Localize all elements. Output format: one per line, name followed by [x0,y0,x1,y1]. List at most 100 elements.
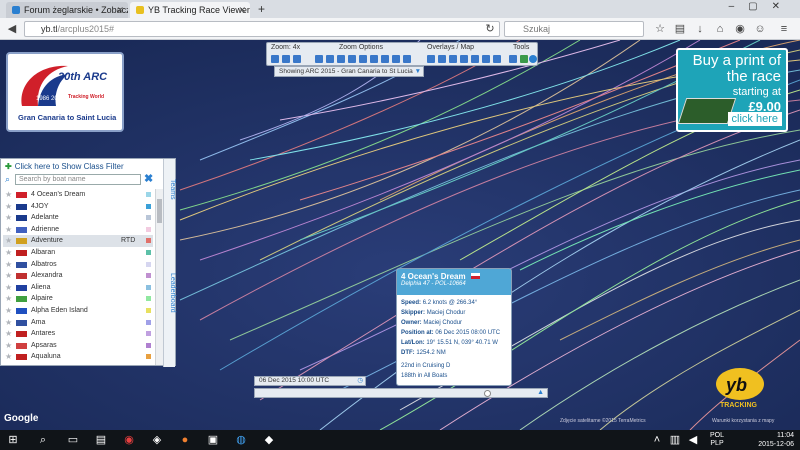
clock[interactable]: 11:04 2015-12-06 [758,431,794,449]
favorite-star-icon[interactable]: ★ [5,235,12,247]
download-icon[interactable]: ↓ [692,21,708,37]
track-color-swatch[interactable] [146,296,151,302]
zoom-fleet-icon[interactable] [337,55,345,63]
clock-icon[interactable]: ◷ [357,377,363,385]
boat-search-input[interactable]: Search by boat name [15,174,141,185]
star-icon[interactable]: ☆ [652,21,668,37]
boat-list-item[interactable]: ★ Alexandra [3,270,153,282]
overlay-labels-icon[interactable] [427,55,435,63]
task-view-icon[interactable]: ▭ [66,433,80,447]
overlay-wind-icon[interactable] [449,55,457,63]
print-ad-button[interactable]: click here [727,112,782,126]
track-color-swatch[interactable] [146,238,151,244]
overlay-tracks-icon[interactable] [438,55,446,63]
firefox-icon[interactable]: ● [178,433,192,447]
store-icon[interactable]: ◆ [262,433,276,447]
boat-list-item[interactable]: ★ 4 Ocean's Dream [3,189,153,201]
clear-search-icon[interactable]: ✖ [144,172,153,185]
tab-forum[interactable]: Forum żeglarskie • Zobacz... ✕ [6,2,128,18]
track-color-swatch[interactable] [146,319,151,325]
close-icon[interactable]: ✕ [238,2,246,18]
boat-list-item[interactable]: ★ Ama [3,317,153,329]
track-color-swatch[interactable] [146,249,151,255]
favorite-star-icon[interactable]: ★ [5,317,12,329]
zoom-start-icon[interactable] [348,55,356,63]
menu-icon[interactable]: ≡ [776,21,792,37]
boat-list-item[interactable]: ★ Adventure RTD [3,235,153,247]
boat-list-item[interactable]: ★ 4JOY [3,201,153,213]
timeline-knob[interactable] [484,390,491,397]
zoom-course-icon[interactable] [370,55,378,63]
boat-list-item[interactable]: ★ Aliena [3,282,153,294]
addon-icon[interactable]: ☺ [752,21,768,37]
track-color-swatch[interactable] [146,331,151,337]
language-indicator[interactable]: POL PLP [710,432,724,448]
chevron-up-icon[interactable]: ˄ [650,433,664,447]
zoom-selected-icon[interactable] [381,55,389,63]
globe-icon[interactable]: ◍ [234,433,248,447]
favorite-star-icon[interactable]: ★ [5,247,12,259]
favorite-star-icon[interactable]: ★ [5,224,12,236]
scrollbar-thumb[interactable] [157,199,162,223]
boat-list-item[interactable]: ★ Antares [3,328,153,340]
reload-icon[interactable]: ↻ [482,21,498,37]
favorite-star-icon[interactable]: ★ [5,270,12,282]
boat-list-item[interactable]: ★ Apsaras [3,340,153,352]
timeline-slider[interactable]: ▲ [254,388,548,398]
favorite-star-icon[interactable]: ★ [5,282,12,294]
map-terms-link[interactable]: Warunki korzystania z mapy [712,418,774,424]
track-color-swatch[interactable] [146,261,151,267]
boat-list-item[interactable]: ★ Adelante [3,212,153,224]
favorite-star-icon[interactable]: ★ [5,351,12,363]
bookmarks-icon[interactable]: ▤ [672,21,688,37]
window-controls[interactable]: –▢✕ [729,1,794,12]
favorite-star-icon[interactable]: ★ [5,305,12,317]
network-icon[interactable]: ▥ [668,433,682,447]
volume-icon[interactable]: ◀ [686,433,700,447]
track-color-swatch[interactable] [146,354,151,360]
track-color-swatch[interactable] [146,284,151,290]
zoom-area-icon[interactable] [403,55,411,63]
play-icon[interactable]: ▲ [537,389,544,396]
boat-list-item[interactable]: ★ Albatros [3,259,153,271]
zoom-fit-icon[interactable] [293,55,301,63]
folder-icon[interactable]: ▣ [206,433,220,447]
zoom-track-icon[interactable] [392,55,400,63]
boat-list-item[interactable]: ★ Albaran [3,247,153,259]
zoom-box-icon[interactable] [315,55,323,63]
boat-list-scrollbar[interactable] [155,189,163,365]
boat-list-item[interactable]: ★ Adrienne [3,224,153,236]
boat-list-item[interactable]: ★ Alpha Eden Island [3,305,153,317]
new-tab-button[interactable]: + [258,2,265,16]
map-type-icon[interactable] [482,55,490,63]
track-color-swatch[interactable] [146,307,151,313]
tab-leaderboard[interactable]: Leaderboard [164,273,176,313]
zoom-finish-icon[interactable] [359,55,367,63]
track-color-swatch[interactable] [146,192,151,197]
url-bar[interactable]: yb.tl/arcplus2015# [24,21,500,37]
overlay-course-icon[interactable] [471,55,479,63]
race-selector[interactable]: Showing ARC 2015 - Gran Canaria to St Lu… [274,66,424,77]
favorite-star-icon[interactable]: ★ [5,293,12,305]
file-explorer-icon[interactable]: ▤ [94,433,108,447]
help-icon[interactable] [529,55,537,63]
class-filter-toggle[interactable]: ✚ Click here to Show Class Filter [5,162,124,171]
tool-measure-icon[interactable] [509,55,517,63]
windows-start-icon[interactable]: ⊞ [6,433,20,447]
track-color-swatch[interactable] [146,273,151,279]
zoom-out-icon[interactable] [282,55,290,63]
track-color-swatch[interactable] [146,342,151,348]
favorite-star-icon[interactable]: ★ [5,189,12,201]
favorite-star-icon[interactable]: ★ [5,340,12,352]
print-ad-banner[interactable]: Buy a print of the race starting at £9.0… [676,48,788,132]
pocket-icon[interactable]: ◉ [732,21,748,37]
zoom-in-icon[interactable] [271,55,279,63]
favorite-star-icon[interactable]: ★ [5,259,12,271]
track-color-swatch[interactable] [146,226,151,232]
track-color-swatch[interactable] [146,215,151,221]
chrome-icon[interactable]: ◉ [122,433,136,447]
close-icon[interactable]: ✕ [116,2,124,18]
search-input[interactable]: Szukaj [504,21,644,37]
boat-list-item[interactable]: ★ Aqualuna [3,351,153,363]
home-icon[interactable]: ⌂ [712,21,728,37]
